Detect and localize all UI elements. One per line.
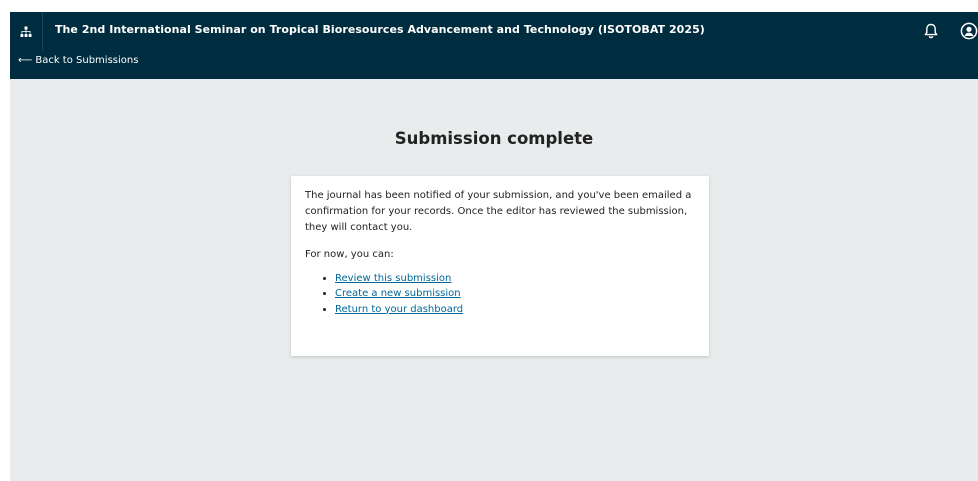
site-title[interactable]: The 2nd International Seminar on Tropica… <box>55 23 705 36</box>
sitemap-icon-glyph <box>20 26 32 37</box>
arrow-left-icon: ⟵ <box>18 55 33 66</box>
back-link-label: Back to Submissions <box>35 55 139 66</box>
submission-complete-card: The journal has been notified of your su… <box>291 176 709 356</box>
bell-icon[interactable] <box>922 22 940 40</box>
list-item: Return to your dashboard <box>335 302 695 318</box>
page-title: Submission complete <box>394 129 594 148</box>
list-item: Review this submission <box>335 271 695 287</box>
return-to-dashboard-link[interactable]: Return to your dashboard <box>335 304 463 315</box>
top-header: The 2nd International Seminar on Tropica… <box>10 12 978 79</box>
bell-icon-glyph <box>924 23 938 39</box>
user-icon-glyph <box>960 22 978 40</box>
back-to-submissions-link[interactable]: ⟵ Back to Submissions <box>18 55 138 66</box>
sitemap-icon[interactable] <box>10 12 43 51</box>
next-steps-label: For now, you can: <box>305 248 394 260</box>
create-new-submission-link[interactable]: Create a new submission <box>335 288 461 299</box>
list-item: Create a new submission <box>335 286 695 302</box>
user-circle-icon[interactable] <box>960 22 978 40</box>
confirmation-message: The journal has been notified of your su… <box>305 190 692 234</box>
next-steps-list: Review this submission Create a new subm… <box>305 271 695 318</box>
app-frame: The 2nd International Seminar on Tropica… <box>10 12 978 481</box>
review-submission-link[interactable]: Review this submission <box>335 273 451 284</box>
